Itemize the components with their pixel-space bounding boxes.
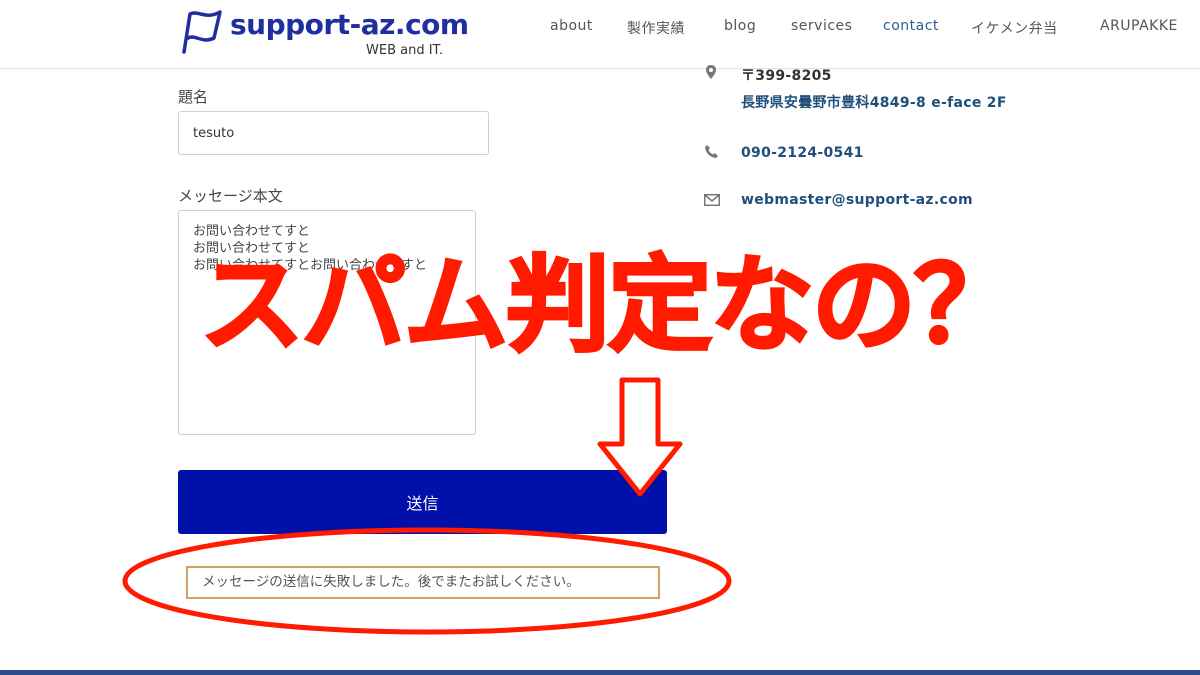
highlight-ellipse [122,527,732,635]
annotation-title: スパム判定なの？ [199,243,1020,368]
down-arrow-icon [597,377,683,497]
footer-divider [0,670,1200,675]
